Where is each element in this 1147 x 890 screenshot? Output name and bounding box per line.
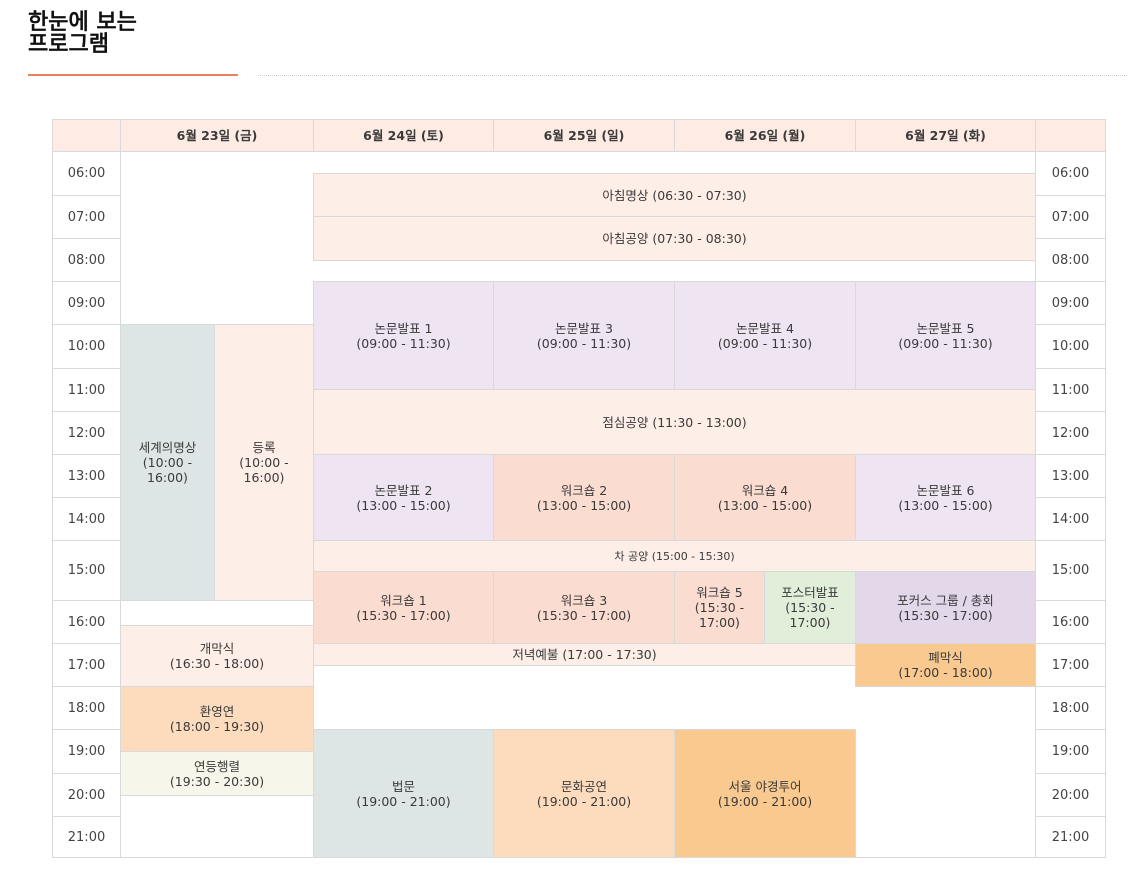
time-label-left: 09:00: [52, 281, 121, 325]
time-label-left: 18:00: [52, 686, 121, 730]
event-opening: 개막식 (16:30 - 18:00): [120, 625, 314, 687]
event-world-meditation: 세계의명상 (10:00 - 16:00): [120, 324, 215, 601]
event-culture-performance: 문화공연 (19:00 - 21:00): [493, 729, 675, 858]
time-label-right: 12:00: [1035, 411, 1106, 455]
time-label-right: 21:00: [1035, 816, 1106, 858]
time-label-right: 06:00: [1035, 151, 1106, 196]
time-label-left: 11:00: [52, 368, 121, 412]
day-header-2: 6월 24일 (토): [313, 119, 494, 152]
event-morning-meditation: 아침명상 (06:30 - 07:30): [313, 173, 1036, 217]
event-workshop4: 워크숍 4 (13:00 - 15:00): [674, 454, 856, 541]
header-corner-left: [52, 119, 121, 152]
event-paper6: 논문발표 6 (13:00 - 15:00): [855, 454, 1036, 541]
time-label-right: 07:00: [1035, 195, 1106, 239]
day-header-1: 6월 23일 (금): [120, 119, 314, 152]
event-night-tour: 서울 야경투어 (19:00 - 21:00): [674, 729, 856, 858]
time-label-left: 12:00: [52, 411, 121, 455]
event-workshop5: 워크숍 5 (15:30 - 17:00): [674, 571, 765, 644]
event-paper3: 논문발표 3 (09:00 - 11:30): [493, 281, 675, 390]
time-label-left: 10:00: [52, 324, 121, 369]
event-workshop1: 워크숍 1 (15:30 - 17:00): [313, 571, 494, 644]
event-paper1: 논문발표 1 (09:00 - 11:30): [313, 281, 494, 390]
time-label-right: 09:00: [1035, 281, 1106, 325]
header-corner-right: [1035, 119, 1106, 152]
time-label-left: 21:00: [52, 816, 121, 858]
time-label-right: 11:00: [1035, 368, 1106, 412]
day-header-5: 6월 27일 (화): [855, 119, 1036, 152]
time-label-left: 07:00: [52, 195, 121, 239]
time-label-right: 08:00: [1035, 238, 1106, 282]
event-workshop2: 워크숍 2 (13:00 - 15:00): [493, 454, 675, 541]
day-header-4: 6월 26일 (월): [674, 119, 856, 152]
event-lantern: 연등행렬 (19:30 - 20:30): [120, 751, 314, 796]
time-label-left: 14:00: [52, 497, 121, 541]
time-label-right: 13:00: [1035, 454, 1106, 498]
event-paper4: 논문발표 4 (09:00 - 11:30): [674, 281, 856, 390]
event-morning-offering: 아침공양 (07:30 - 08:30): [313, 216, 1036, 261]
day-header-3: 6월 25일 (일): [493, 119, 675, 152]
time-label-right: 20:00: [1035, 773, 1106, 817]
event-focus-group: 포커스 그룹 / 총회 (15:30 - 17:00): [855, 571, 1036, 644]
event-registration: 등록 (10:00 - 16:00): [214, 324, 314, 601]
event-lunch: 점심공양 (11:30 - 13:00): [313, 389, 1036, 455]
event-closing: 폐막식 (17:00 - 18:00): [855, 643, 1036, 687]
time-label-right: 17:00: [1035, 643, 1106, 687]
event-welcome: 환영연 (18:00 - 19:30): [120, 686, 314, 752]
program-schedule-table: 6월 23일 (금) 6월 24일 (토) 6월 25일 (일) 6월 26일 (월)…: [0, 0, 1147, 890]
event-paper5: 논문발표 5 (09:00 - 11:30): [855, 281, 1036, 390]
event-workshop3: 워크숍 3 (15:30 - 17:00): [493, 571, 675, 644]
time-label-right: 16:00: [1035, 600, 1106, 644]
event-paper2: 논문발표 2 (13:00 - 15:00): [313, 454, 494, 541]
time-label-right: 15:00: [1035, 540, 1106, 601]
time-label-left: 06:00: [52, 151, 121, 196]
time-label-left: 13:00: [52, 454, 121, 498]
time-label-left: 15:00: [52, 540, 121, 601]
time-label-left: 20:00: [52, 773, 121, 817]
time-label-right: 10:00: [1035, 324, 1106, 369]
time-label-right: 19:00: [1035, 729, 1106, 774]
time-label-left: 08:00: [52, 238, 121, 282]
event-dharma-talk: 법문 (19:00 - 21:00): [313, 729, 494, 858]
time-label-left: 16:00: [52, 600, 121, 644]
event-tea: 차 공양 (15:00 - 15:30): [313, 540, 1036, 572]
time-label-left: 17:00: [52, 643, 121, 687]
event-poster: 포스터발표 (15:30 - 17:00): [764, 571, 856, 644]
time-label-right: 14:00: [1035, 497, 1106, 541]
event-evening-service: 저녁예불 (17:00 - 17:30): [313, 643, 856, 666]
time-label-left: 19:00: [52, 729, 121, 774]
time-label-right: 18:00: [1035, 686, 1106, 730]
